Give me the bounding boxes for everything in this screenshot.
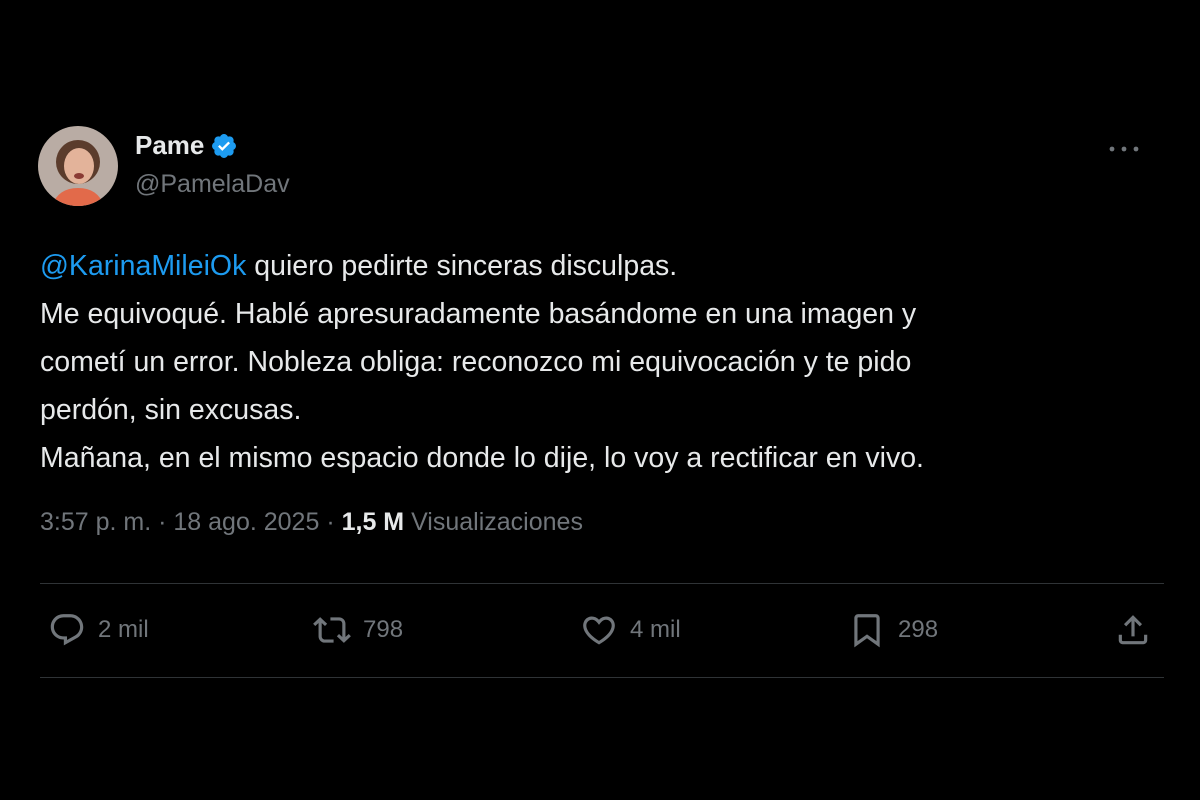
retweet-button[interactable]: 798 xyxy=(313,608,403,652)
tweet-text-line-1-rest: quiero pedirte sinceras disculpas. xyxy=(246,250,678,282)
retweet-count: 798 xyxy=(363,616,404,643)
tweet-text-line-3: cometí un error. Nobleza obliga: reconoz… xyxy=(40,346,912,378)
share-button[interactable] xyxy=(1114,608,1152,652)
views-count[interactable]: 1,5 M xyxy=(342,508,405,536)
tweet-card: Pame @PamelaDav @KarinaMileiOk quiero pe… xyxy=(0,0,1200,800)
reply-button[interactable]: 2 mil xyxy=(48,608,149,652)
display-name[interactable]: Pame xyxy=(135,130,204,161)
retweet-icon xyxy=(313,617,351,643)
divider xyxy=(40,583,1164,584)
author-name-row: Pame xyxy=(135,130,238,161)
tweet-text: @KarinaMileiOk quiero pedirte sinceras d… xyxy=(40,242,1160,482)
verified-badge-icon xyxy=(210,132,238,160)
like-button[interactable]: 4 mil xyxy=(580,608,681,652)
like-count: 4 mil xyxy=(630,616,681,643)
tweet-date[interactable]: 18 ago. 2025 xyxy=(173,508,319,536)
views-label: Visualizaciones xyxy=(411,508,583,536)
mention-link[interactable]: @KarinaMileiOk xyxy=(40,250,246,282)
bookmark-count: 298 xyxy=(898,616,939,643)
reply-icon xyxy=(50,614,84,646)
reply-count: 2 mil xyxy=(98,616,149,643)
tweet-meta: 3:57 p. m. · 18 ago. 2025 · 1,5 M Visual… xyxy=(40,508,583,537)
heart-icon xyxy=(583,616,615,645)
bookmark-icon xyxy=(854,614,880,648)
divider xyxy=(40,677,1164,678)
meta-separator: · xyxy=(319,508,342,536)
tweet-text-line-1: @KarinaMileiOk quiero pedirte sinceras d… xyxy=(40,242,1160,290)
more-options-button[interactable] xyxy=(1104,134,1144,164)
more-horizontal-icon xyxy=(1109,146,1139,152)
avatar[interactable] xyxy=(38,126,118,206)
meta-separator: · xyxy=(151,508,174,536)
bookmark-button[interactable]: 298 xyxy=(848,608,938,652)
tweet-time[interactable]: 3:57 p. m. xyxy=(40,508,151,536)
avatar-image xyxy=(38,126,118,206)
share-icon xyxy=(1118,615,1148,645)
tweet-text-line-5: Mañana, en el mismo espacio donde lo dij… xyxy=(40,442,924,474)
tweet-text-line-2: Me equivoqué. Hablé apresuradamente basá… xyxy=(40,298,917,330)
author-handle[interactable]: @PamelaDav xyxy=(135,170,290,199)
tweet-text-line-4: perdón, sin excusas. xyxy=(40,394,302,426)
